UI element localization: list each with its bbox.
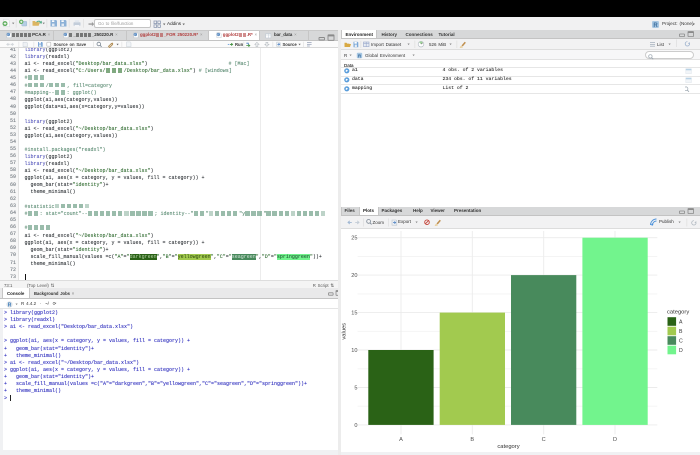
- svg-text:A: A: [679, 320, 683, 326]
- svg-text:values: values: [342, 323, 348, 340]
- svg-text:D: D: [679, 348, 683, 354]
- svg-text:C: C: [679, 339, 683, 345]
- svg-text:category: category: [667, 309, 689, 315]
- svg-text:A: A: [399, 437, 403, 443]
- svg-text:R: R: [653, 22, 658, 28]
- svg-text:D: D: [613, 437, 617, 443]
- svg-text:25: 25: [351, 236, 357, 242]
- svg-text:20: 20: [351, 273, 357, 279]
- svg-text:15: 15: [351, 311, 357, 317]
- svg-text:5: 5: [354, 386, 357, 392]
- svg-text:category: category: [497, 444, 519, 450]
- svg-text:0: 0: [354, 423, 357, 429]
- svg-text:10: 10: [351, 348, 357, 354]
- svg-text:R: R: [8, 302, 12, 308]
- svg-text:B: B: [679, 329, 683, 335]
- svg-text:C: C: [542, 437, 546, 443]
- svg-text:B: B: [470, 437, 474, 443]
